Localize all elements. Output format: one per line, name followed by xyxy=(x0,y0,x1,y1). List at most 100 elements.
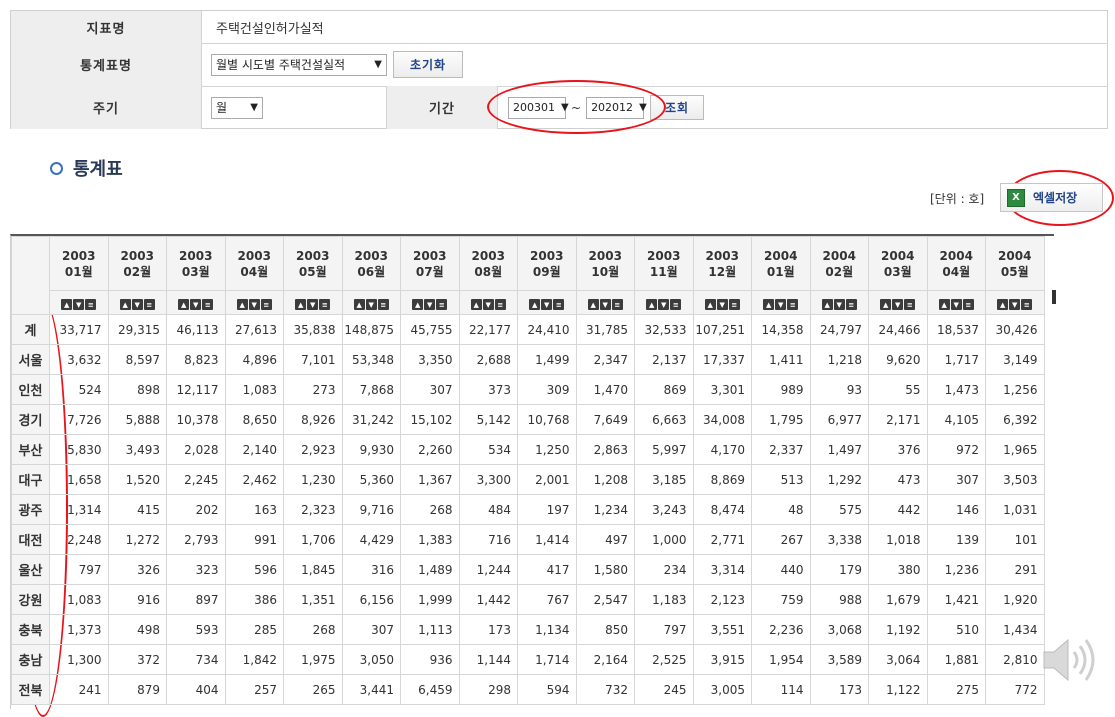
region-cell: 광주 xyxy=(11,494,50,525)
speaker-icon[interactable] xyxy=(1040,630,1102,690)
value-cell: 916 xyxy=(107,584,167,615)
value-cell: 14,358 xyxy=(751,314,811,345)
sort-asc-icon[interactable]: ▲ xyxy=(997,299,1009,310)
column-year: 2003 xyxy=(588,248,622,263)
sort-menu-icon[interactable]: ≡ xyxy=(85,299,97,310)
sort-asc-icon[interactable]: ▲ xyxy=(178,299,190,310)
sort-menu-icon[interactable]: ≡ xyxy=(611,299,623,310)
value-cell: 1,367 xyxy=(400,464,460,495)
value-cell: 3,064 xyxy=(868,644,928,675)
sort-menu-icon[interactable]: ≡ xyxy=(202,299,214,310)
sort-desc-icon[interactable]: ▼ xyxy=(1009,299,1021,310)
stat-table-container[interactable]: 2003 01월 2003 02월 2003 03월 2003 04월 2003 05월 2003 0… xyxy=(10,234,1054,709)
value-cell: 988 xyxy=(809,584,869,615)
sort-menu-icon[interactable]: ≡ xyxy=(553,299,565,310)
table-row: 부산 5,830 3,493 2,028 2,140 2,923 9,930 2,260 534… xyxy=(11,434,1045,465)
sort-controls: ▲ ▼ ≡ xyxy=(692,290,752,315)
value-cell: 7,649 xyxy=(575,404,635,435)
cycle-select[interactable]: 월 ▼ xyxy=(211,96,263,119)
sort-icon-group: ▲ ▼ ≡ xyxy=(646,299,682,310)
value-cell: 1,300 xyxy=(49,644,109,675)
sort-icon-group: ▲ ▼ ≡ xyxy=(61,299,97,310)
sort-icon-group: ▲ ▼ ≡ xyxy=(412,299,448,310)
sort-menu-icon[interactable]: ≡ xyxy=(670,299,682,310)
sort-desc-icon[interactable]: ▼ xyxy=(482,299,494,310)
sort-asc-icon[interactable]: ▲ xyxy=(704,299,716,310)
sort-desc-icon[interactable]: ▼ xyxy=(424,299,436,310)
search-button[interactable]: 조회 xyxy=(650,95,705,120)
column-month: 05월 xyxy=(1000,264,1029,279)
sort-desc-icon[interactable]: ▼ xyxy=(365,299,377,310)
sort-menu-icon[interactable]: ≡ xyxy=(436,299,448,310)
value-cell: 3,243 xyxy=(634,494,694,525)
sort-menu-icon[interactable]: ≡ xyxy=(1021,299,1033,310)
value-cell: 22,177 xyxy=(458,314,518,345)
sort-asc-icon[interactable]: ▲ xyxy=(646,299,658,310)
value-cell: 497 xyxy=(575,524,635,555)
value-cell: 2,793 xyxy=(166,524,226,555)
sort-menu-icon[interactable]: ≡ xyxy=(319,299,331,310)
column-header: 2004 01월 xyxy=(751,236,811,291)
sort-asc-icon[interactable]: ▲ xyxy=(353,299,365,310)
value-cell: 5,142 xyxy=(458,404,518,435)
sort-menu-icon[interactable]: ≡ xyxy=(377,299,389,310)
indicator-label: 지표명 xyxy=(11,11,202,43)
sort-asc-icon[interactable]: ▲ xyxy=(880,299,892,310)
value-cell: 298 xyxy=(458,674,518,705)
sort-menu-icon[interactable]: ≡ xyxy=(260,299,272,310)
value-cell: 35,838 xyxy=(283,314,343,345)
sort-menu-icon[interactable]: ≡ xyxy=(728,299,740,310)
sort-menu-icon[interactable]: ≡ xyxy=(904,299,916,310)
sort-menu-icon[interactable]: ≡ xyxy=(787,299,799,310)
sort-asc-icon[interactable]: ▲ xyxy=(470,299,482,310)
period-end-select[interactable]: 202012 ▼ xyxy=(586,96,647,119)
sort-desc-icon[interactable]: ▼ xyxy=(950,299,962,310)
sort-asc-icon[interactable]: ▲ xyxy=(412,299,424,310)
sort-desc-icon[interactable]: ▼ xyxy=(248,299,260,310)
sort-asc-icon[interactable]: ▲ xyxy=(61,299,73,310)
sort-desc-icon[interactable]: ▼ xyxy=(541,299,553,310)
period-start-select[interactable]: 200301 ▼ xyxy=(508,96,569,119)
value-cell: 1,083 xyxy=(224,374,284,405)
column-year: 2003 xyxy=(413,248,447,263)
value-cell: 386 xyxy=(224,584,284,615)
sort-desc-icon[interactable]: ▼ xyxy=(307,299,319,310)
sort-asc-icon[interactable]: ▲ xyxy=(529,299,541,310)
sort-menu-icon[interactable]: ≡ xyxy=(143,299,155,310)
value-cell: 8,597 xyxy=(107,344,167,375)
sort-desc-icon[interactable]: ▼ xyxy=(599,299,611,310)
sort-desc-icon[interactable]: ▼ xyxy=(892,299,904,310)
value-cell: 989 xyxy=(751,374,811,405)
sort-asc-icon[interactable]: ▲ xyxy=(763,299,775,310)
value-cell: 1,234 xyxy=(575,494,635,525)
sort-asc-icon[interactable]: ▲ xyxy=(236,299,248,310)
sort-desc-icon[interactable]: ▼ xyxy=(775,299,787,310)
sort-menu-icon[interactable]: ≡ xyxy=(494,299,506,310)
chevron-down-icon: ▼ xyxy=(374,59,382,70)
sort-asc-icon[interactable]: ▲ xyxy=(587,299,599,310)
sort-controls: ▲ ▼ ≡ xyxy=(751,290,811,315)
region-cell: 대전 xyxy=(11,524,50,555)
sort-menu-icon[interactable]: ≡ xyxy=(962,299,974,310)
sort-desc-icon[interactable]: ▼ xyxy=(833,299,845,310)
sort-desc-icon[interactable]: ▼ xyxy=(716,299,728,310)
sort-menu-icon[interactable]: ≡ xyxy=(845,299,857,310)
horizontal-scroll-indicator[interactable] xyxy=(1052,290,1056,304)
sort-asc-icon[interactable]: ▲ xyxy=(938,299,950,310)
sort-asc-icon[interactable]: ▲ xyxy=(119,299,131,310)
sort-desc-icon[interactable]: ▼ xyxy=(73,299,85,310)
sort-desc-icon[interactable]: ▼ xyxy=(131,299,143,310)
sort-asc-icon[interactable]: ▲ xyxy=(821,299,833,310)
stat-table-select[interactable]: 월별 시도별 주택건설실적 ▼ xyxy=(211,53,387,76)
column-header: 2004 02월 xyxy=(809,236,869,291)
value-cell: 734 xyxy=(166,644,226,675)
value-cell: 148,875 xyxy=(341,314,401,345)
value-cell: 173 xyxy=(809,674,869,705)
reset-button[interactable]: 초기화 xyxy=(393,51,463,78)
value-cell: 6,977 xyxy=(809,404,869,435)
sort-desc-icon[interactable]: ▼ xyxy=(190,299,202,310)
sort-desc-icon[interactable]: ▼ xyxy=(658,299,670,310)
value-cell: 9,620 xyxy=(868,344,928,375)
excel-save-button[interactable]: X 엑셀저장 xyxy=(1000,183,1103,212)
sort-asc-icon[interactable]: ▲ xyxy=(295,299,307,310)
